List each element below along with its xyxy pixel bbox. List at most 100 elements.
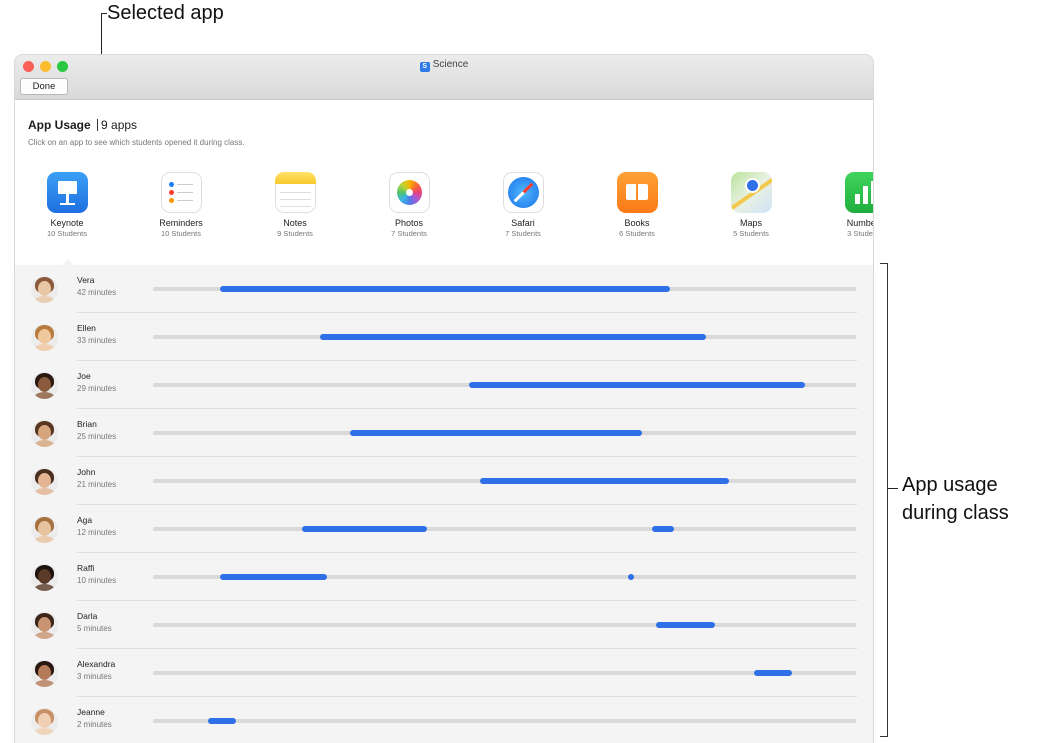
usage-timeline-track <box>153 670 856 676</box>
usage-segment <box>627 574 634 580</box>
reminders-icon <box>160 172 202 213</box>
student-name: Joe <box>77 371 91 381</box>
safari-icon <box>502 172 544 213</box>
app-usage-bracket <box>880 263 888 737</box>
app-item-photos[interactable]: Photos 7 Students <box>364 172 454 238</box>
app-usage-callout-line1: App usage <box>902 474 998 496</box>
usage-segment <box>479 478 729 484</box>
app-usage-subtitle: Click on an app to see which students op… <box>28 138 245 147</box>
app-usage-callout-line2: during class <box>902 502 1009 524</box>
student-avatar <box>31 564 58 591</box>
app-window: S Science Done App Usage 9 apps Click on … <box>15 55 873 743</box>
usage-segment <box>349 430 642 436</box>
student-row[interactable]: John 21 minutes <box>15 457 873 505</box>
app-item-numbers[interactable]: Numbers3 Students <box>820 172 873 238</box>
student-avatar <box>31 516 58 543</box>
notes-icon <box>274 172 316 213</box>
usage-timeline-track <box>153 622 856 628</box>
app-student-count: 10 Students <box>46 229 88 238</box>
app-item-keynote[interactable]: Keynote 10 Students <box>22 172 112 238</box>
usage-segment <box>219 286 670 292</box>
student-name: Jeanne <box>77 707 105 717</box>
app-name: Numbers <box>846 218 873 228</box>
selected-app-callout: Selected app <box>107 2 224 24</box>
app-student-count: 10 Students <box>160 229 202 238</box>
title-bar: S Science Done <box>15 55 873 100</box>
student-minutes: 25 minutes <box>77 432 117 441</box>
student-minutes: 33 minutes <box>77 336 117 345</box>
title-divider <box>97 119 99 131</box>
usage-segment <box>302 526 428 532</box>
app-student-count: 6 Students <box>619 229 655 238</box>
student-row[interactable]: Darla 5 minutes <box>15 601 873 649</box>
student-name: John <box>77 467 96 477</box>
student-minutes: 2 minutes <box>77 720 112 729</box>
app-usage-title-label: App Usage <box>28 118 91 132</box>
usage-timeline-track <box>153 574 856 580</box>
student-minutes: 3 minutes <box>77 672 112 681</box>
app-name: Notes <box>283 218 307 228</box>
student-name: Raffi <box>77 563 95 573</box>
student-row[interactable]: Brian 25 minutes <box>15 409 873 457</box>
app-usage-title: App Usage 9 apps <box>28 118 137 132</box>
student-avatar <box>31 708 58 735</box>
student-row[interactable]: Jeanne 2 minutes <box>15 697 873 743</box>
keynote-icon <box>46 172 88 213</box>
app-item-notes[interactable]: Notes 9 Students <box>250 172 340 238</box>
student-avatar <box>31 612 58 639</box>
app-name: Keynote <box>50 218 84 228</box>
student-avatar <box>31 372 58 399</box>
student-avatar <box>31 324 58 351</box>
app-student-count: 7 Students <box>391 229 427 238</box>
student-name: Vera <box>77 275 95 285</box>
app-name: Maps <box>739 218 762 228</box>
student-avatar <box>31 468 58 495</box>
usage-timeline-track <box>153 382 856 388</box>
app-item-maps[interactable]: Maps 5 Students <box>706 172 796 238</box>
maps-icon <box>730 172 772 213</box>
student-avatar <box>31 420 58 447</box>
student-minutes: 10 minutes <box>77 576 117 585</box>
student-row[interactable]: Aga 12 minutes <box>15 505 873 553</box>
done-button[interactable]: Done <box>20 78 68 95</box>
app-usage-bracket-tick <box>888 488 898 489</box>
student-minutes: 21 minutes <box>77 480 117 489</box>
app-item-safari[interactable]: Safari 7 Students <box>478 172 568 238</box>
usage-timeline-track <box>153 286 856 292</box>
usage-segment <box>754 670 793 676</box>
usage-segment <box>319 334 707 340</box>
app-student-count: 3 Students <box>847 229 873 238</box>
window-title: S Science <box>15 59 873 72</box>
usage-segment <box>219 574 328 580</box>
student-row[interactable]: Vera 42 minutes <box>15 265 873 313</box>
student-minutes: 12 minutes <box>77 528 117 537</box>
usage-segment <box>656 622 716 628</box>
student-name: Ellen <box>77 323 96 333</box>
student-row[interactable]: Alexandra 3 minutes <box>15 649 873 697</box>
student-minutes: 29 minutes <box>77 384 117 393</box>
selected-app-callout-tick <box>101 13 107 14</box>
student-avatar <box>31 660 58 687</box>
window-title-text: Science <box>432 59 469 70</box>
student-row[interactable]: Raffi 10 minutes <box>15 553 873 601</box>
student-avatar <box>31 276 58 303</box>
usage-segment <box>207 718 236 724</box>
student-name: Darla <box>77 611 98 621</box>
app-count: 9 apps <box>101 118 138 132</box>
usage-timeline-track <box>153 526 856 532</box>
app-item-books[interactable]: Books 6 Students <box>592 172 682 238</box>
usage-segment <box>652 526 674 532</box>
student-row[interactable]: Joe 29 minutes <box>15 361 873 409</box>
app-name: Photos <box>394 218 424 228</box>
student-name: Aga <box>77 515 93 525</box>
student-name: Alexandra <box>77 659 116 669</box>
app-name: Reminders <box>159 218 203 228</box>
usage-segment <box>468 382 805 388</box>
app-student-count: 7 Students <box>505 229 541 238</box>
student-minutes: 5 minutes <box>77 624 112 633</box>
app-name: Books <box>624 218 650 228</box>
student-row[interactable]: Ellen 33 minutes <box>15 313 873 361</box>
numbers-icon <box>844 172 873 213</box>
app-item-reminders[interactable]: Reminders 10 Students <box>136 172 226 238</box>
photos-icon <box>388 172 430 213</box>
